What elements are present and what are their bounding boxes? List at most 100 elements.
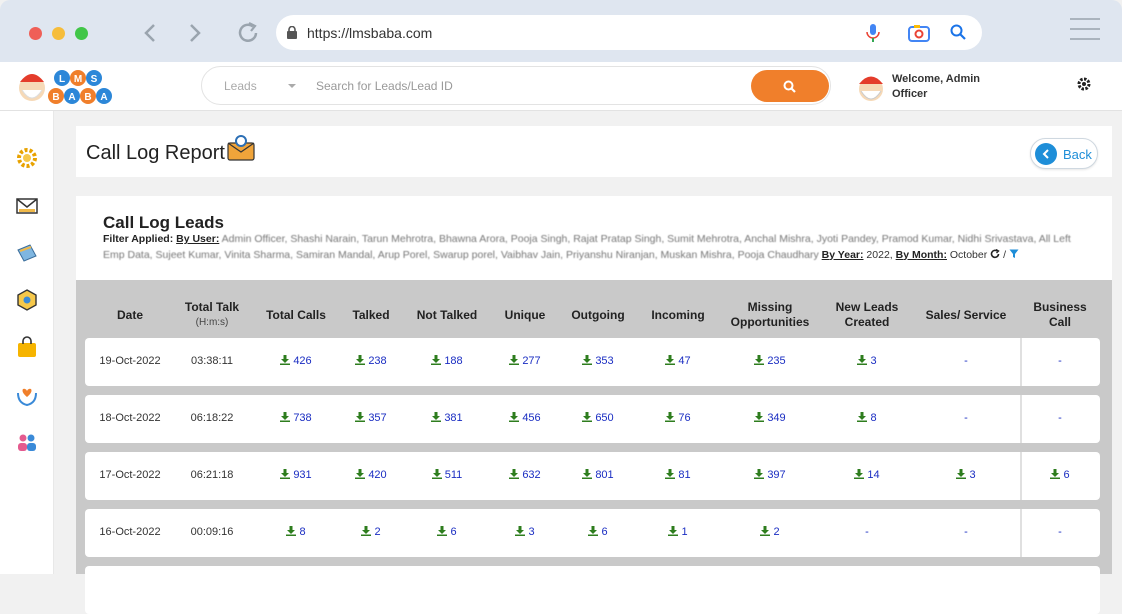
welcome-line-1: Welcome, Admin bbox=[892, 73, 981, 85]
cell-value: 456 bbox=[522, 412, 541, 424]
table-cell: - bbox=[916, 355, 1016, 367]
column-header-sublabel: (H:m:s) bbox=[195, 317, 229, 328]
app-header: L M S B A B A Leads Search for Leads/Lea… bbox=[0, 62, 1122, 111]
window-maximize-button[interactable] bbox=[75, 27, 88, 40]
lmsbaba-logo[interactable]: L M S B A B A bbox=[16, 66, 126, 108]
user-avatar[interactable] bbox=[856, 69, 886, 104]
cell-value: 6 bbox=[601, 526, 608, 538]
filter-label: Filter Applied: bbox=[103, 233, 174, 245]
cell-value: 8 bbox=[299, 526, 306, 538]
back-arrow-icon[interactable] bbox=[138, 20, 164, 46]
cell-value: 3 bbox=[870, 355, 877, 367]
download-count-link[interactable]: 397 bbox=[720, 469, 820, 481]
cell-value: 349 bbox=[767, 412, 786, 424]
download-icon bbox=[437, 526, 448, 536]
window-minimize-button[interactable] bbox=[52, 27, 65, 40]
cell-value: 03:38:11 bbox=[190, 355, 233, 367]
column-header-label: Outgoing bbox=[571, 307, 625, 322]
column-header-label: Talked bbox=[352, 307, 390, 322]
cell-value: 1 bbox=[681, 526, 688, 538]
table-cell: - bbox=[1010, 526, 1110, 538]
cell-value: 6 bbox=[450, 526, 457, 538]
download-count-link[interactable]: 14 bbox=[817, 469, 917, 481]
cell-value: 353 bbox=[595, 355, 614, 367]
column-header: Business Call bbox=[1000, 290, 1120, 340]
table-cell: - bbox=[916, 412, 1016, 424]
svg-text:S: S bbox=[91, 74, 98, 85]
download-count-link[interactable]: 2 bbox=[720, 526, 820, 538]
download-icon bbox=[754, 355, 765, 365]
cell-value: 3 bbox=[528, 526, 535, 538]
download-count-link[interactable]: 349 bbox=[720, 412, 820, 424]
download-count-link[interactable]: 47 bbox=[628, 355, 728, 367]
gear-icon[interactable] bbox=[1076, 76, 1092, 92]
refresh-icon[interactable] bbox=[990, 248, 1000, 259]
download-icon bbox=[857, 412, 868, 422]
download-count-link[interactable]: 1 bbox=[628, 526, 728, 538]
ticket-icon[interactable] bbox=[15, 241, 39, 265]
cell-value: 00:09:16 bbox=[190, 526, 234, 538]
address-bar[interactable]: https://lmsbaba.com bbox=[276, 15, 982, 50]
cell-value: 738 bbox=[293, 412, 312, 424]
svg-text:L: L bbox=[59, 74, 65, 85]
table-cell: - bbox=[916, 526, 1016, 538]
download-icon bbox=[509, 469, 520, 479]
download-icon bbox=[956, 469, 967, 479]
camera-search-icon[interactable] bbox=[908, 24, 930, 42]
back-button[interactable]: Back bbox=[1030, 138, 1098, 169]
svg-text:B: B bbox=[84, 92, 91, 103]
download-icon bbox=[582, 355, 593, 365]
download-count-link[interactable]: 6 bbox=[1010, 469, 1110, 481]
cell-value: 3 bbox=[969, 469, 976, 481]
settings-gear-icon[interactable] bbox=[15, 146, 39, 170]
download-count-link[interactable]: 8 bbox=[817, 412, 917, 424]
cell-value: - bbox=[964, 526, 968, 538]
column-header-label: Date bbox=[116, 307, 143, 322]
support-hands-icon[interactable] bbox=[15, 383, 39, 407]
search-icon[interactable] bbox=[950, 24, 966, 40]
download-count-link[interactable]: 3 bbox=[916, 469, 1016, 481]
forward-arrow-icon[interactable] bbox=[181, 20, 207, 46]
call-log-mail-icon bbox=[227, 135, 255, 161]
cell-value: 16-Oct-2022 bbox=[99, 526, 161, 538]
url-text: https://lmsbaba.com bbox=[307, 25, 433, 41]
cell-value: 47 bbox=[678, 355, 691, 367]
search-input[interactable]: Search for Leads/Lead ID bbox=[316, 79, 453, 93]
download-icon bbox=[588, 526, 599, 536]
cell-value: 381 bbox=[444, 412, 463, 424]
download-icon bbox=[857, 355, 868, 365]
download-icon bbox=[286, 526, 297, 536]
reload-icon[interactable] bbox=[235, 20, 261, 46]
cell-value: 18-Oct-2022 bbox=[99, 412, 161, 424]
download-count-link[interactable]: 235 bbox=[720, 355, 820, 367]
download-icon bbox=[431, 469, 442, 479]
download-count-link[interactable]: 81 bbox=[628, 469, 728, 481]
svg-text:B: B bbox=[52, 92, 59, 103]
by-month-label: By Month: bbox=[895, 248, 947, 261]
chevron-down-icon[interactable] bbox=[288, 84, 296, 88]
welcome-line-2: Officer bbox=[892, 88, 928, 100]
browser-menu-icon[interactable] bbox=[1070, 18, 1100, 42]
lead-search-bar: Leads Search for Leads/Lead ID bbox=[201, 66, 831, 105]
table-cell: - bbox=[1010, 355, 1110, 367]
product-box-icon[interactable] bbox=[15, 288, 39, 312]
table-row bbox=[85, 566, 1100, 614]
download-count-link[interactable]: 3 bbox=[817, 355, 917, 367]
download-count-link[interactable]: 76 bbox=[628, 412, 728, 424]
download-icon bbox=[431, 412, 442, 422]
shopping-bag-icon[interactable] bbox=[15, 335, 39, 359]
window-close-button[interactable] bbox=[29, 27, 42, 40]
svg-text:M: M bbox=[74, 74, 82, 85]
search-button[interactable] bbox=[751, 70, 829, 102]
back-button-label: Back bbox=[1063, 147, 1092, 162]
cell-value: 397 bbox=[767, 469, 786, 481]
microphone-icon[interactable] bbox=[866, 24, 880, 42]
cell-value: - bbox=[1058, 412, 1062, 424]
lock-icon bbox=[287, 26, 297, 39]
cell-value: 76 bbox=[678, 412, 691, 424]
users-group-icon[interactable] bbox=[15, 430, 39, 454]
mail-icon[interactable] bbox=[15, 194, 39, 218]
search-category-select[interactable]: Leads bbox=[224, 79, 257, 93]
filter-icon[interactable] bbox=[1009, 249, 1019, 259]
download-icon bbox=[280, 412, 291, 422]
